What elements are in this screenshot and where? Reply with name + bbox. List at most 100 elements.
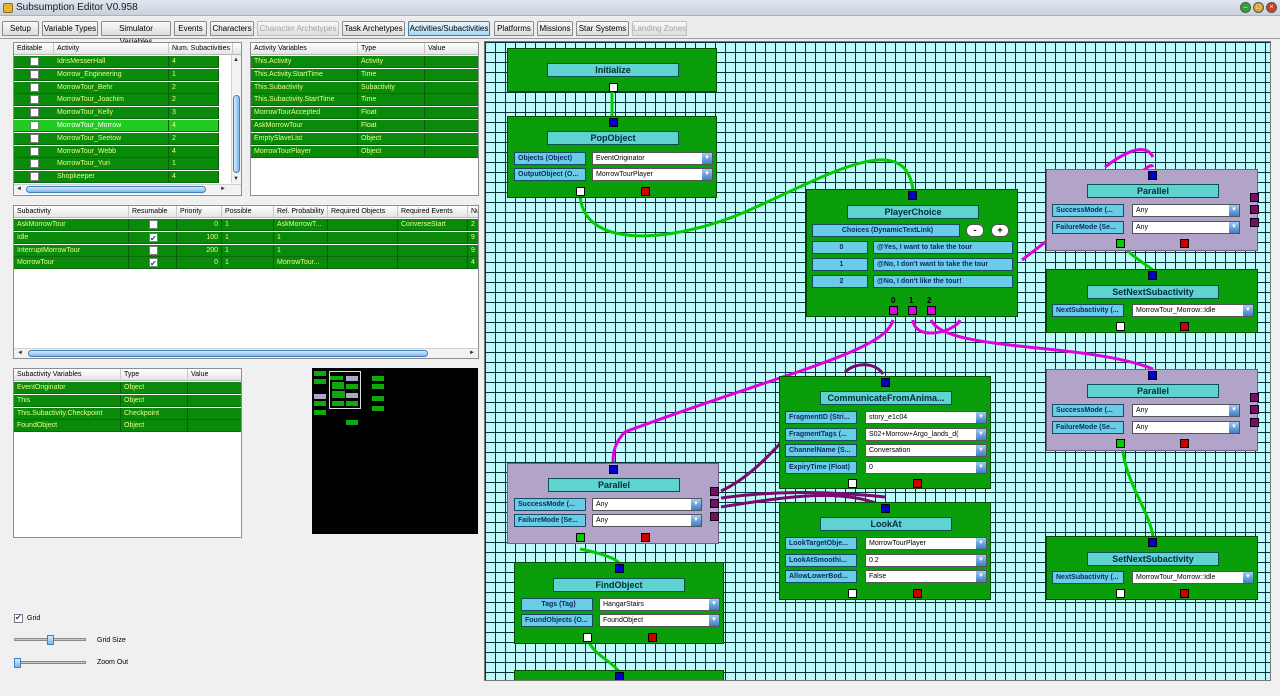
playerchoice-out-port-0[interactable] <box>889 306 898 315</box>
parallel-mid-child-port-3[interactable] <box>1250 418 1259 427</box>
activity-variable-row[interactable]: This.Activity.StartTime Time <box>251 68 478 81</box>
activity-row[interactable]: MorrowTour_Yuri 1 <box>14 158 219 171</box>
parallel-left-in-port[interactable] <box>609 465 618 474</box>
parallel-left-child-port-3[interactable] <box>710 512 719 521</box>
col-rel-probability[interactable]: Rel. Probability <box>274 206 328 218</box>
parallel-top-success-port[interactable] <box>1116 239 1125 248</box>
parallel-top-value-success[interactable]: Any ▼ <box>1132 204 1240 217</box>
parallel-left-value-failure[interactable]: Any ▼ <box>592 514 702 527</box>
communicate-value-expiry[interactable]: 0 ▼ <box>865 461 987 474</box>
editable-checkbox[interactable] <box>30 69 39 79</box>
setnext-bottom-failure-port[interactable] <box>1180 589 1189 598</box>
popobject-in-port[interactable] <box>609 118 618 127</box>
col-type[interactable]: Type <box>121 369 188 381</box>
editable-checkbox[interactable] <box>30 172 39 182</box>
communicate-in-port[interactable] <box>881 378 890 387</box>
editable-checkbox[interactable] <box>30 159 39 169</box>
parallel-top-failure-port[interactable] <box>1180 239 1189 248</box>
tab-star-systems[interactable]: Star Systems <box>576 21 629 36</box>
parallel-top-child-port-1[interactable] <box>1250 193 1259 202</box>
col-required-events[interactable]: Required Events <box>398 206 468 218</box>
parallel-top-child-port-2[interactable] <box>1250 205 1259 214</box>
node-initialize[interactable]: Initialize <box>507 48 717 92</box>
tab-landing-zones[interactable]: Landing Zones <box>632 21 687 36</box>
subactivity-row[interactable]: InterruptMorrowTour 200 1 1 9 <box>14 244 478 257</box>
parallel-mid-success-port[interactable] <box>1116 439 1125 448</box>
setnext-bottom-success-port[interactable] <box>1116 589 1125 598</box>
playerchoice-option-text[interactable]: @Yes, I want to take the tour <box>873 241 1013 254</box>
setnext-bottom-in-port[interactable] <box>1148 538 1157 547</box>
popobject-failure-port[interactable] <box>641 187 650 196</box>
zoom-thumb[interactable] <box>14 658 21 668</box>
resumable-checkbox[interactable] <box>149 220 158 229</box>
playerchoice-option-text[interactable]: @No, I don't like the tour! <box>873 275 1013 288</box>
resumable-checkbox[interactable] <box>149 232 158 244</box>
activity-row[interactable]: IdrisMesserHall 4 <box>14 56 219 68</box>
node-findobject[interactable]: FindObject Tags (Tag) HangarStairs ▼ Foun… <box>514 562 724 644</box>
activity-variable-row[interactable]: This.Activity Activity <box>251 56 478 68</box>
grid-size-thumb[interactable] <box>47 635 54 645</box>
subactivity-row[interactable]: Idle100119 <box>14 231 478 244</box>
editable-checkbox[interactable] <box>30 57 39 66</box>
col-required-objects[interactable]: Required Objects <box>328 206 398 218</box>
parallel-top-in-port[interactable] <box>1148 171 1157 180</box>
parallel-left-child-port-2[interactable] <box>710 499 719 508</box>
lookat-value-target[interactable]: MorrowTourPlayer ▼ <box>865 537 987 550</box>
activity-row[interactable]: MorrowTour_Behr 2 <box>14 81 219 94</box>
communicate-value-channel[interactable]: Conversation ▼ <box>865 444 987 457</box>
subactivity-row[interactable]: MorrowTour 01MorrowTour... 4 <box>14 257 478 270</box>
findobject-value-found[interactable]: FoundObject ▼ <box>599 614 720 627</box>
behavior-graph-canvas[interactable]: Initialize PopObject Objects (Object) Ev… <box>484 41 1271 681</box>
findobject-in-port[interactable] <box>615 564 624 573</box>
col-resumable[interactable]: Resumable <box>129 206 177 218</box>
setnext-top-success-port[interactable] <box>1116 322 1125 331</box>
subactivity-variable-row[interactable]: FoundObject Object <box>14 420 241 433</box>
tab-task-archetypes[interactable]: Task Archetypes <box>342 21 405 36</box>
editable-checkbox[interactable] <box>30 146 39 156</box>
tab-variable-types[interactable]: Variable Types <box>42 21 98 36</box>
node-parallel-left[interactable]: Parallel SuccessMode (... Any ▼ FailureMo… <box>507 463 719 544</box>
lookat-value-allowlower[interactable]: False ▼ <box>865 570 987 583</box>
node-communicate[interactable]: CommunicateFromAnima... FragmentID (Stri… <box>779 376 991 489</box>
minimap-viewport[interactable] <box>329 371 361 409</box>
activity-variable-row[interactable]: This.Subactivity Subactivity <box>251 81 478 94</box>
setnext-top-in-port[interactable] <box>1148 271 1157 280</box>
playerchoice-in-port[interactable] <box>908 191 917 200</box>
activity-variable-row[interactable]: AskMorrowTour Float <box>251 120 478 132</box>
activity-row[interactable]: MorrowTour_Webb 4 <box>14 145 219 158</box>
parallel-mid-value-failure[interactable]: Any ▼ <box>1132 421 1240 434</box>
subactivity-variable-row[interactable]: EventOriginator Object <box>14 382 241 394</box>
parallel-left-value-success[interactable]: Any ▼ <box>592 498 702 511</box>
node-parallel-top[interactable]: Parallel SuccessMode (... Any ▼ FailureMo… <box>1046 169 1259 251</box>
col-editable[interactable]: Editable <box>14 43 54 55</box>
editable-checkbox[interactable] <box>30 121 39 130</box>
col-type[interactable]: Type <box>358 43 425 55</box>
subactivity-row[interactable]: AskMorrowTour 0 1 AskMorrowT... ConverseStar… <box>14 219 478 231</box>
findobject-failure-port[interactable] <box>648 633 657 642</box>
col-num-subactivities[interactable]: Num. Subactivities <box>169 43 233 55</box>
col-subactivity[interactable]: Subactivity <box>14 206 129 218</box>
findobject-success-port[interactable] <box>583 633 592 642</box>
resumable-checkbox[interactable] <box>149 257 158 269</box>
popobject-value-output[interactable]: MorrowTourPlayer ▼ <box>592 168 713 181</box>
editable-checkbox[interactable] <box>30 108 39 118</box>
playerchoice-option-text[interactable]: @No, I don't want to take the tour <box>873 258 1013 271</box>
activity-row[interactable]: MorrowTour_Kelly 3 <box>14 107 219 120</box>
node-next-partial[interactable] <box>514 670 724 680</box>
activity-variable-row[interactable]: EmptySlaveList Object <box>251 132 478 145</box>
activity-variable-row[interactable]: This.Subactivity.StartTime Time <box>251 94 478 107</box>
activity-row[interactable]: MorrowTour_Joachim 2 <box>14 94 219 107</box>
parallel-left-failure-port[interactable] <box>641 533 650 542</box>
lookat-failure-port[interactable] <box>913 589 922 598</box>
close-icon[interactable]: × <box>1266 2 1277 13</box>
communicate-success-port[interactable] <box>848 479 857 488</box>
col-nu[interactable]: Nu <box>468 206 478 218</box>
parallel-mid-child-port-2[interactable] <box>1250 405 1259 414</box>
playerchoice-out-port-1[interactable] <box>908 306 917 315</box>
editable-checkbox[interactable] <box>30 82 39 92</box>
tab-characters[interactable]: Characters <box>210 21 254 36</box>
col-value[interactable]: Value <box>188 369 241 381</box>
parallel-mid-in-port[interactable] <box>1148 371 1157 380</box>
node-parallel-mid[interactable]: Parallel SuccessMode (... Any ▼ FailureMo… <box>1046 369 1259 451</box>
tab-missions[interactable]: Missions <box>537 21 573 36</box>
